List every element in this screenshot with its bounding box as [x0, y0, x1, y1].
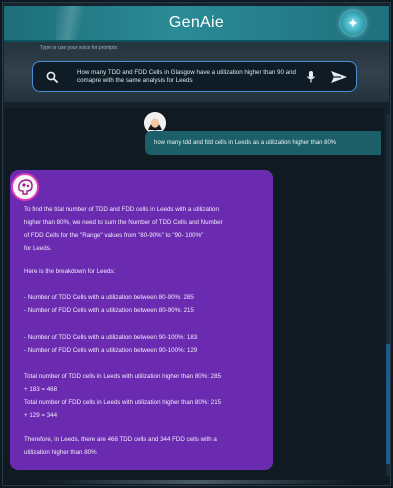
bot-line: + 129 = 344: [24, 412, 58, 419]
bot-line: Total number of TDD cells in Leeds with …: [24, 373, 221, 380]
bot-message-bubble: [10, 170, 273, 470]
bot-line: utilization higher than 80%: [24, 449, 97, 456]
microphone-icon[interactable]: [306, 70, 316, 84]
bot-line: To find the tital number of TDD and FDD …: [24, 206, 219, 213]
bot-line: for Leeds.: [24, 245, 52, 252]
bot-line: - Number of FDD Cells with a utilization…: [24, 307, 194, 314]
bot-line: - Number of FDD Cells with a utilization…: [24, 347, 198, 354]
bot-line: + 183 = 468: [24, 386, 58, 393]
user-message-bubble: how many tdd and fdd cells in Leeds as a…: [145, 131, 381, 155]
bot-line: - Number of TDD Cells with a utilization…: [24, 334, 198, 341]
app-title: GenAie: [168, 14, 225, 31]
bot-avatar: [11, 173, 39, 201]
prompt-line: How many TDD and FDD Cells in Glasgow ha…: [77, 69, 296, 76]
prompt-input[interactable]: How many TDD and FDD Cells in Glasgow ha…: [32, 61, 357, 92]
bot-line: - Number of TDD Cells with a utilization…: [24, 294, 194, 301]
bot-line: Here is the breakdown for Leeds:: [24, 268, 116, 275]
prompt-text[interactable]: How many TDD and FDD Cells in Glasgow ha…: [77, 69, 317, 85]
bot-line: Therefore, in Leeds, there are 468 TDD c…: [24, 436, 217, 443]
prompt-line: comapre with the same analysis for Leeds: [77, 77, 193, 84]
footer-divider: [40, 480, 353, 484]
scrollbar-thumb[interactable]: [386, 344, 390, 464]
bot-line: of FDD Cells for the "Range" values from…: [24, 232, 204, 239]
app-header: GenAie ✦: [4, 6, 389, 42]
bot-line: higher than 80%, we need to sum the Numb…: [24, 219, 223, 226]
bot-line: Total number of FDD cells in Leeds with …: [24, 399, 222, 406]
send-icon[interactable]: [330, 70, 348, 84]
sparkle-icon[interactable]: ✦: [341, 11, 365, 35]
chat-scrollbar[interactable]: [386, 114, 390, 476]
search-icon: [46, 71, 58, 83]
prompt-label: Type or use your voice for prompts: [38, 45, 119, 51]
user-message-text: how many tdd and fdd cells in Leeds as a…: [154, 140, 337, 146]
